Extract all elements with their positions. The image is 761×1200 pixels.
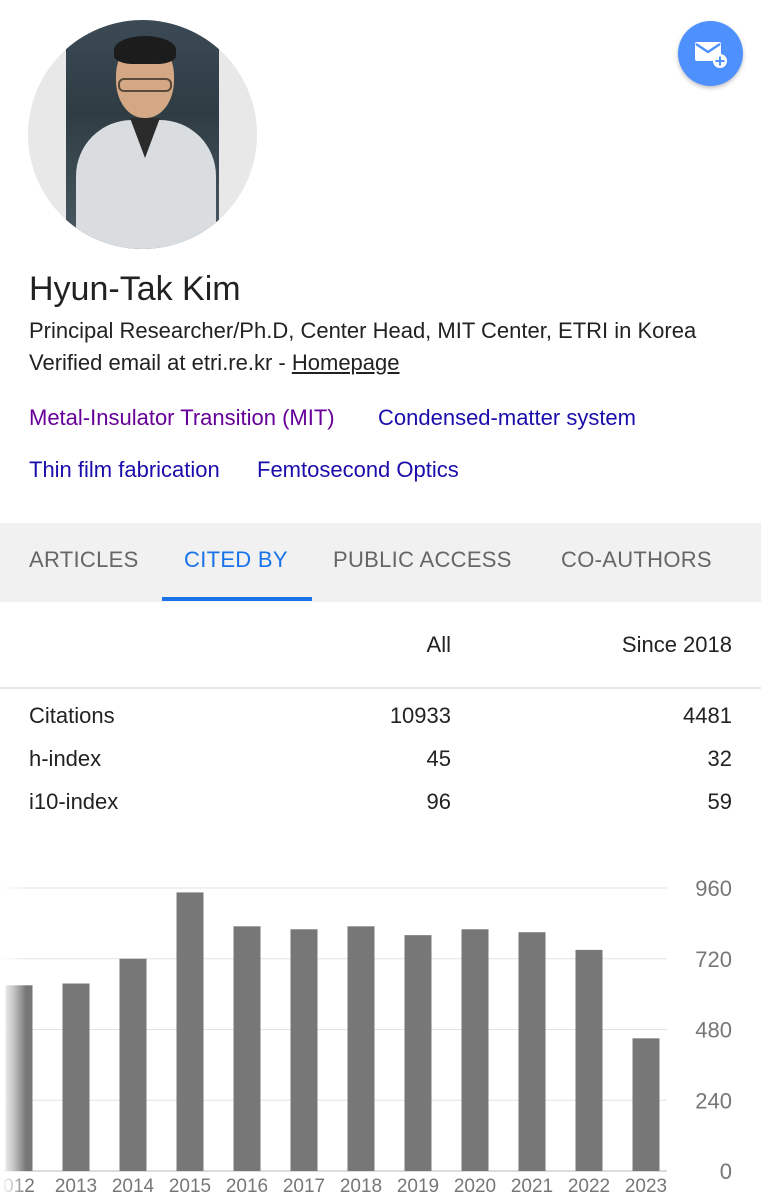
y-tick-label: 240 xyxy=(695,1088,732,1113)
x-tick-label: 2019 xyxy=(397,1176,439,1197)
x-tick-label: 2017 xyxy=(283,1176,325,1197)
h-index-since: 32 xyxy=(707,746,732,771)
x-tick-label: 2016 xyxy=(226,1176,268,1197)
row-label-i10-index: i10-index xyxy=(29,789,119,814)
tab-articles[interactable]: ARTICLES xyxy=(29,547,139,573)
table-divider xyxy=(0,687,761,689)
y-tick-label: 0 xyxy=(720,1159,732,1184)
bar-2014 xyxy=(119,958,147,1171)
x-tick-label: 2015 xyxy=(169,1176,211,1197)
photo-hair xyxy=(114,36,176,64)
interest-link-condensed-matter[interactable]: Condensed-matter system xyxy=(378,405,636,431)
bar-2020 xyxy=(461,929,489,1171)
profile-tabs: ARTICLES CITED BY PUBLIC ACCESS CO-AUTHO… xyxy=(0,523,761,602)
bar-2022 xyxy=(575,949,603,1171)
photo-glasses xyxy=(118,78,172,92)
citations-per-year-chart: 0240480720960012201320142015201620172018… xyxy=(0,876,732,1197)
profile-email-line: Verified email at etri.re.kr - Homepage xyxy=(29,350,400,376)
x-tick-label: 2021 xyxy=(511,1176,553,1197)
active-tab-indicator xyxy=(162,597,312,601)
homepage-link[interactable]: Homepage xyxy=(292,350,400,375)
interest-link-mit[interactable]: Metal-Insulator Transition (MIT) xyxy=(29,405,335,431)
x-tick-label: 2014 xyxy=(112,1176,155,1197)
x-tick-label: 2013 xyxy=(55,1176,97,1197)
y-tick-label: 720 xyxy=(695,947,732,972)
tab-co-authors[interactable]: CO-AUTHORS xyxy=(561,547,712,573)
citations-since: 4481 xyxy=(683,703,732,728)
profile-affiliation: Principal Researcher/Ph.D, Center Head, … xyxy=(29,318,697,343)
table-row: Citations 10933 4481 xyxy=(0,703,761,733)
table-row: h-index 45 32 xyxy=(0,746,761,776)
y-tick-label: 960 xyxy=(695,876,732,901)
profile-photo xyxy=(28,20,257,249)
column-header-since: Since 2018 xyxy=(621,632,732,657)
tab-cited-by[interactable]: CITED BY xyxy=(184,547,288,573)
x-tick-label: 2023 xyxy=(625,1176,667,1197)
x-tick-label: 2020 xyxy=(454,1176,496,1197)
follow-email-button[interactable] xyxy=(678,21,743,86)
verified-email-text: Verified email at etri.re.kr - xyxy=(29,350,292,375)
row-label-h-index: h-index xyxy=(29,746,102,771)
interest-link-thin-film[interactable]: Thin film fabrication xyxy=(29,457,220,483)
citations-all: 10933 xyxy=(389,703,451,728)
add-email-alert-icon xyxy=(694,41,727,68)
bar-2018 xyxy=(347,926,375,1171)
x-tick-label: 2018 xyxy=(340,1176,382,1197)
bar-2021 xyxy=(518,932,546,1171)
bar-2019 xyxy=(404,935,432,1171)
bar-2015 xyxy=(176,892,204,1171)
y-tick-label: 480 xyxy=(695,1018,732,1043)
h-index-all: 45 xyxy=(426,746,451,771)
table-row: i10-index 96 59 xyxy=(0,789,761,819)
x-tick-label: 2022 xyxy=(568,1176,610,1197)
bar-2016 xyxy=(233,926,261,1171)
bar-2017 xyxy=(290,929,318,1171)
i10-index-since: 59 xyxy=(707,789,732,814)
column-header-all: All xyxy=(426,632,451,657)
photo-background xyxy=(66,20,219,249)
row-label-citations: Citations xyxy=(29,703,115,728)
interest-link-femtosecond[interactable]: Femtosecond Optics xyxy=(257,457,459,483)
tab-public-access[interactable]: PUBLIC ACCESS xyxy=(333,547,512,573)
bar-2013 xyxy=(62,983,90,1171)
chart-scroll-fade xyxy=(0,870,26,1200)
i10-index-all: 96 xyxy=(426,789,451,814)
bar-2023 xyxy=(632,1038,660,1171)
profile-name: Hyun-Tak Kim xyxy=(29,270,241,308)
